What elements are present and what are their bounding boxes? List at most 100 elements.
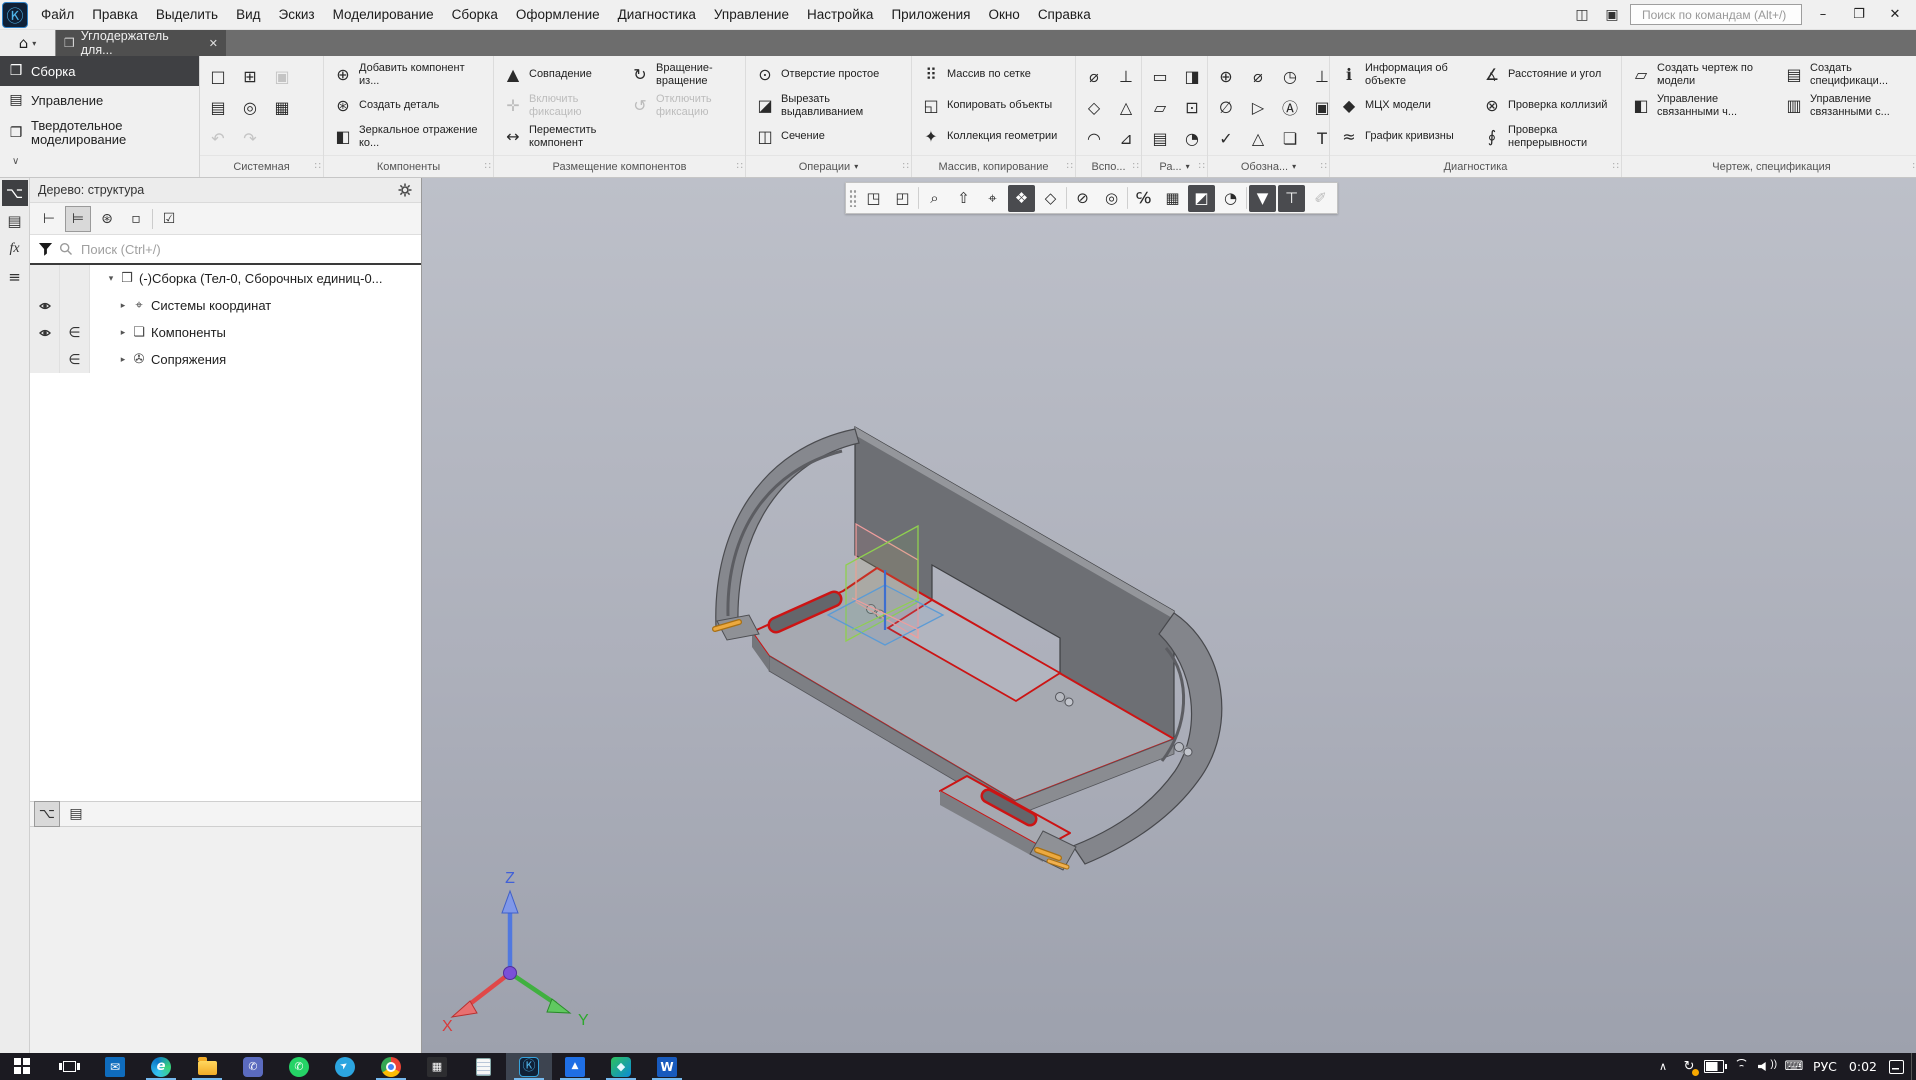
dimension-tool-icon[interactable]: ▱	[1147, 92, 1173, 122]
menu-item[interactable]: Эскиз	[270, 0, 324, 30]
taskbar-app-button[interactable]	[460, 1053, 506, 1080]
system-tool-icon[interactable]: ▤	[205, 92, 231, 122]
dimension-tool-icon[interactable]: ⊡	[1179, 92, 1205, 122]
taskbar-app-button[interactable]: ➤	[322, 1053, 368, 1080]
view-toolbar-button[interactable]: ❖	[1008, 185, 1035, 212]
group-footer[interactable]: Операции▾∷	[746, 155, 911, 177]
tree-row[interactable]: ∈ ▸ ❏ Компоненты	[30, 319, 421, 346]
ribbon-button[interactable]: ∡Расстояние и угол	[1478, 59, 1619, 90]
view-toolbar-button[interactable]: ℅	[1130, 185, 1157, 212]
dimension-tool-icon[interactable]: ◨	[1179, 61, 1205, 91]
view-toolbar-button[interactable]: ▾	[1127, 187, 1128, 209]
ribbon-button[interactable]: ◪Вырезать выдавливанием	[751, 90, 908, 121]
tray-item[interactable]: ⌨	[1783, 1053, 1805, 1080]
menu-item[interactable]: Правка	[83, 0, 147, 30]
ribbon-button[interactable]: ✦Коллекция геометрии	[917, 121, 1068, 152]
group-footer[interactable]: Обозна...▾∷	[1208, 155, 1329, 177]
ribbon-button[interactable]: ✛Включить фиксацию	[499, 90, 624, 121]
group-footer[interactable]: Чертеж, спецификация∷	[1622, 155, 1916, 177]
ribbon-button[interactable]: ▥Управление связанными с...	[1780, 90, 1916, 121]
aux-tool-icon[interactable]: ◇	[1081, 92, 1107, 122]
tree-view-tab[interactable]: ⌥	[34, 801, 60, 827]
taskbar-app-button[interactable]: ✉	[92, 1053, 138, 1080]
home-button[interactable]: ⌂ ▾	[0, 30, 56, 56]
taskbar-app-button[interactable]	[184, 1053, 230, 1080]
view-toolbar-button[interactable]: ▦	[1159, 185, 1186, 212]
menu-item[interactable]: Диагностика	[609, 0, 705, 30]
menu-item[interactable]: Моделирование	[324, 0, 443, 30]
dimension-tool-icon[interactable]: ▭	[1147, 61, 1173, 91]
show-desktop-button[interactable]	[1911, 1053, 1916, 1080]
expander-icon[interactable]: ▸	[116, 301, 130, 311]
view-toolbar-button[interactable]: ▾	[849, 189, 858, 207]
ribbon-button[interactable]: ▱Создать чертеж по модели	[1627, 59, 1778, 90]
view-toolbar-button[interactable]: ⇧	[950, 185, 977, 212]
tree-toolbar-button[interactable]: ⊢	[36, 206, 62, 232]
aux-tool-icon[interactable]: ⊥	[1113, 61, 1139, 91]
view-toolbar-button[interactable]: ✐	[1307, 185, 1334, 212]
tree-toolbar-button[interactable]: ▫	[123, 206, 149, 232]
taskbar-app-button[interactable]: e	[138, 1053, 184, 1080]
group-footer[interactable]: Системная∷	[200, 155, 323, 177]
view-toolbar-button[interactable]: ▾	[1246, 187, 1247, 209]
tray-item[interactable]: ∧	[1652, 1053, 1674, 1080]
view-toolbar-button[interactable]: ◩	[1188, 185, 1215, 212]
taskbar-app-button[interactable]	[0, 1053, 46, 1080]
annotation-tool-icon[interactable]: ⌀	[1245, 61, 1271, 91]
tree-toolbar-button[interactable]: ⊨	[65, 206, 91, 232]
include-cell[interactable]: ∈	[60, 346, 90, 373]
tree-toolbar-button[interactable]: ▾	[152, 209, 153, 229]
system-tool-icon[interactable]: □	[205, 61, 231, 91]
ribbon-button[interactable]: ⊕Добавить компонент из...	[329, 59, 490, 90]
expander-icon[interactable]: ▸	[116, 355, 130, 365]
menu-item[interactable]: Управление	[705, 0, 798, 30]
system-tool-icon[interactable]: ↶	[205, 123, 231, 153]
tree-row[interactable]: ∈ ▾ ❒ (-)Сборка (Тел-0, Сборочных единиц…	[30, 265, 421, 292]
ribbon-button[interactable]: ↔Переместить компонент	[499, 121, 624, 152]
tray-item[interactable]	[1885, 1053, 1907, 1080]
menu-item[interactable]: Выделить	[147, 0, 227, 30]
close-button[interactable]: ✕	[1880, 7, 1910, 22]
system-tool-icon[interactable]: ⊞	[237, 61, 263, 91]
tree-row[interactable]: ∈ ▸ ⌖ Системы координат	[30, 292, 421, 319]
ribbon-button[interactable]: ◧Управление связанными ч...	[1627, 90, 1778, 121]
gear-icon[interactable]	[397, 182, 413, 198]
taskbar-app-button[interactable]: Ⓚ	[506, 1053, 552, 1080]
expander-icon[interactable]: ▸	[116, 328, 130, 338]
dimension-tool-icon[interactable]: ◔	[1179, 123, 1205, 153]
taskbar-app-button[interactable]: ◆	[598, 1053, 644, 1080]
tree-view-tab[interactable]: ▤	[63, 801, 89, 827]
menu-item[interactable]: Оформление	[507, 0, 609, 30]
tray-item[interactable]: РУС	[1809, 1053, 1841, 1080]
annotation-tool-icon[interactable]: Ⓐ	[1277, 92, 1303, 122]
group-footer[interactable]: Компоненты∷	[324, 155, 493, 177]
view-toolbar-button[interactable]: ◇	[1037, 185, 1064, 212]
system-tool-icon[interactable]: ▦	[269, 92, 295, 122]
menu-item[interactable]: Окно	[979, 0, 1028, 30]
3d-viewport[interactable]: ▾◳◰▾⌕⇧⌖❖◇▾⊘◎▾℅▦◩◔▾▼⊤✐ Z X Y	[422, 178, 1916, 1053]
ribbon-button[interactable]: ◫Сечение	[751, 121, 908, 152]
system-tool-icon[interactable]: ▣	[269, 61, 295, 91]
taskbar-app-button[interactable]	[46, 1053, 92, 1080]
view-toolbar-button[interactable]: ▾	[918, 187, 919, 209]
annotation-tool-icon[interactable]: △	[1245, 123, 1271, 153]
ribbon-button[interactable]: ℹИнформация об объекте	[1335, 59, 1476, 90]
aux-tool-icon[interactable]: ⊿	[1113, 123, 1139, 153]
group-footer[interactable]: Массив, копирование∷	[912, 155, 1075, 177]
group-footer[interactable]: Диагностика∷	[1330, 155, 1621, 177]
ribbon-button[interactable]: ◧Зеркальное отражение ко...	[329, 121, 490, 152]
ribbon-button[interactable]: ↻Вращение-вращение	[626, 59, 751, 90]
view-toolbar-button[interactable]: ▼	[1249, 185, 1276, 212]
annotation-tool-icon[interactable]: ◷	[1277, 61, 1303, 91]
tray-item[interactable]: ↻	[1678, 1053, 1700, 1080]
tray-item[interactable]: 0:02	[1845, 1053, 1881, 1080]
menu-item[interactable]: Приложения	[882, 0, 979, 30]
command-search-input[interactable]	[1640, 7, 1799, 23]
taskbar-app-button[interactable]: ✆	[230, 1053, 276, 1080]
ribbon-collapse-icon[interactable]: ∨	[12, 156, 199, 167]
view-toolbar-button[interactable]: ◎	[1098, 185, 1125, 212]
ribbon-button[interactable]: ◆МЦХ модели	[1335, 90, 1476, 121]
restore-button[interactable]: ❐	[1844, 7, 1874, 22]
visibility-cell[interactable]	[30, 292, 60, 319]
ribbon-tab-upravlenie[interactable]: ▤ Управление	[0, 86, 199, 114]
